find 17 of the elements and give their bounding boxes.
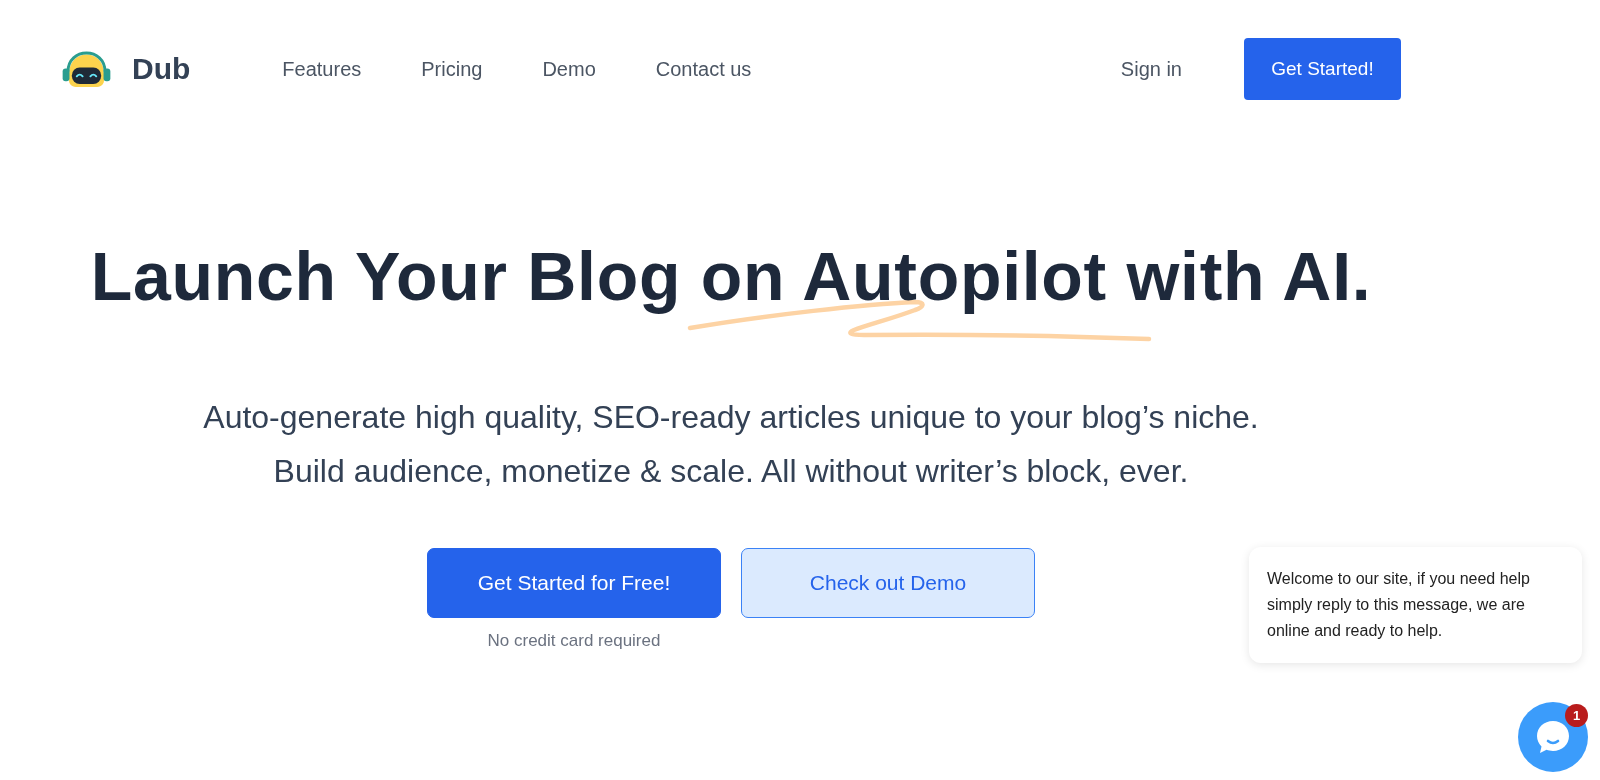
no-credit-card-note: No credit card required: [487, 630, 661, 652]
chat-launcher-button[interactable]: 1: [1518, 702, 1588, 772]
nav-link[interactable]: Features: [282, 56, 362, 82]
headline: Launch Your Blog on Autopilot with AI.: [90, 237, 1372, 316]
subtitle: Auto-generate high quality, SEO-ready articles unique to your blog’s niche. Build audience, monetize & scale. All without writer’s block, ever.: [203, 398, 1259, 491]
sign-in-link[interactable]: Sign in: [1120, 56, 1182, 82]
nav-link[interactable]: Contact us: [655, 56, 752, 82]
nav-link[interactable]: Demo: [542, 56, 596, 82]
nav-link[interactable]: Pricing: [421, 56, 483, 82]
chat-bubble-icon: [1535, 719, 1571, 755]
get-started-free-button[interactable]: Get Started for Free!: [427, 548, 721, 618]
get-started-button[interactable]: Get Started!: [1244, 38, 1401, 100]
brand-name: Dub: [132, 51, 191, 87]
check-out-demo-button[interactable]: Check out Demo: [741, 548, 1035, 618]
robot-head-logo-icon: [61, 50, 112, 88]
chat-message: Welcome to our site, if you need help simply reply to this message, we are online and ready to help.: [1267, 569, 1531, 641]
unread-badge: 1: [1565, 704, 1588, 727]
